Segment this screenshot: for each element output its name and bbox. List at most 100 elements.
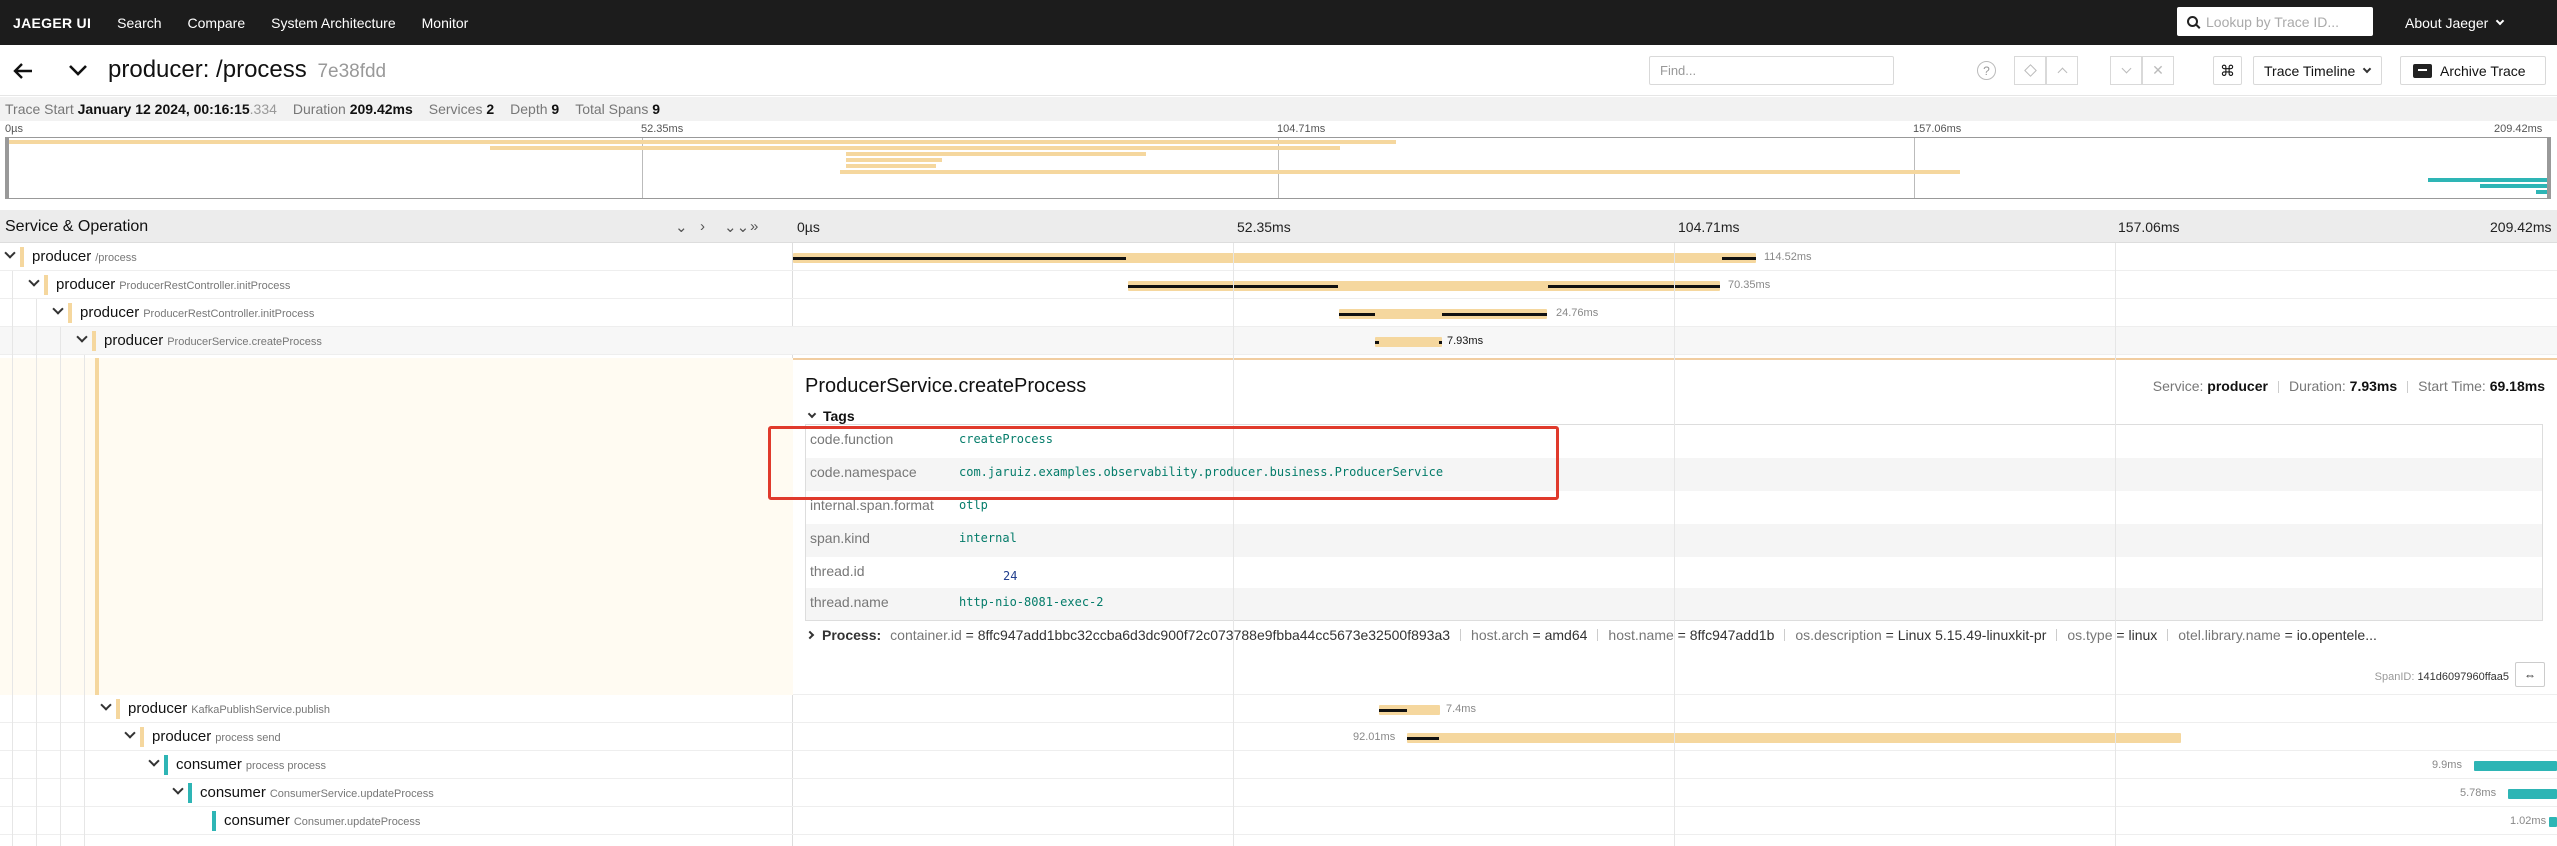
timeline-tick-label: 52.35ms [1237,219,1291,235]
trace-timeline: Service & Operation ⌄ › ⌄⌄ » 0µs 52.35ms… [0,210,2557,846]
span-duration: 114.52ms [1764,251,1812,263]
collapse-one-icon[interactable]: ⌄ [675,218,688,236]
archive-trace-label: Archive Trace [2440,62,2526,79]
span-operation: KafkaPublishService.publish [191,704,331,716]
archive-trace-button[interactable]: Archive Trace [2400,56,2546,85]
process-value: amd64 [1544,627,1588,643]
span-row[interactable]: producer/process 114.52ms [0,243,2557,271]
span-row[interactable]: consumer process process 9.9ms [0,751,2557,779]
nav-compare[interactable]: Compare [175,15,259,31]
span-bar[interactable] [1375,337,1442,347]
span-row[interactable]: producer process send 92.01ms [0,723,2557,751]
duration-value: 209.42ms [349,101,413,117]
about-jaeger-menu[interactable]: About Jaeger [2405,0,2505,45]
timeline-gridline [1233,243,1234,846]
span-bar[interactable] [2508,789,2557,799]
process-value: Linux 5.15.49-linuxkit-pr [1897,627,2047,643]
span-service: consumer [224,812,290,829]
help-icon[interactable]: ? [1973,56,2000,85]
help-glyph: ? [1977,61,1996,80]
span-row[interactable]: producer ProducerRestController.initProce… [0,299,2557,327]
nav-search[interactable]: Search [104,15,174,31]
next-match-button[interactable] [2110,56,2142,85]
find-input[interactable]: Find... [1649,56,1894,85]
depth-value: 9 [551,101,560,117]
collapse-all-icon[interactable]: ⌄⌄ [724,218,749,236]
minimap-canvas[interactable] [5,137,2551,199]
trace-id-lookup-input[interactable]: Lookup by Trace ID... [2177,7,2373,36]
toggle-chevron-icon[interactable] [100,701,112,713]
span-row-selected[interactable]: producer ProducerService.createProcess 7.… [0,327,2557,355]
keyboard-shortcuts-button[interactable]: ⌘ [2213,56,2242,85]
toggle-chevron-icon[interactable] [124,729,136,741]
trace-services: Services 2 [429,101,494,117]
span-bar[interactable] [1407,733,2181,743]
trace-minimap[interactable]: 0µs 52.35ms 104.71ms 157.06ms 209.42ms [0,121,2557,205]
span-row[interactable]: consumer Consumer.updateProcess 1.02ms [0,807,2557,835]
span-row[interactable]: consumer ConsumerService.updateProcess 5.… [0,779,2557,807]
minimap-left-handle[interactable] [6,138,9,198]
detail-title: ProducerService.createProcess [805,375,1087,397]
span-row[interactable]: producer ProducerRestController.initProce… [0,271,2557,299]
trace-depth: Depth 9 [510,101,559,117]
span-name: consumer ConsumerService.updateProcess [200,784,434,801]
trace-header: producer: /process 7e38fdd Find... ? ✕ ⌘… [0,45,2557,96]
minimap-span [840,170,1960,174]
minimap-span [846,164,936,168]
jaeger-brand-link[interactable]: JAEGER UI [0,15,104,31]
prev-match-button[interactable] [2046,56,2078,85]
nav-monitor[interactable]: Monitor [409,15,482,31]
duration-label: Duration [292,101,346,117]
services-label: Services [428,101,483,117]
timeline-gridline [1674,243,1675,846]
toggle-chevron-icon[interactable] [4,249,16,261]
locate-match-button[interactable] [2014,56,2046,85]
toggle-chevron-icon[interactable] [28,277,40,289]
trace-start-label: Trace Start [5,101,74,117]
copy-deep-link-button[interactable]: ⇔ [2515,662,2545,687]
toggle-chevron-icon[interactable] [52,305,64,317]
about-jaeger-label: About Jaeger [2405,14,2489,31]
trace-summary: Trace Start January 12 2024, 00:16:15.33… [0,97,2557,121]
expand-one-icon[interactable]: › [700,218,705,235]
service-color-indicator [68,303,72,323]
nav-system-architecture[interactable]: System Architecture [258,15,409,31]
toggle-chevron-icon[interactable] [76,333,88,345]
back-arrow-icon[interactable] [12,60,34,82]
span-operation: ProducerService.createProcess [167,336,322,348]
view-select-dropdown[interactable]: Trace Timeline [2253,56,2382,85]
clear-search-button[interactable]: ✕ [2142,56,2174,85]
span-row[interactable]: producer KafkaPublishService.publish 7.4m… [0,695,2557,723]
timeline-header: Service & Operation ⌄ › ⌄⌄ » 0µs 52.35ms… [0,210,2557,243]
span-bar[interactable] [2549,817,2557,827]
span-self-time [1407,737,1439,740]
process-label: Process: [822,627,882,643]
span-operation: ProducerRestController.initProcess [119,280,291,292]
timeline-tick-label: 209.42ms [2490,219,2552,235]
tree-guide-line [12,271,13,846]
expand-all-icon[interactable]: » [750,218,758,235]
tags-toggle[interactable]: Tags [807,408,855,424]
span-duration: 70.35ms [1728,279,1771,291]
collapse-trace-chevron-icon[interactable] [66,58,90,82]
archive-icon [2413,63,2432,78]
span-operation: /process [95,252,137,264]
span-bar[interactable] [2474,761,2557,771]
toggle-chevron-icon[interactable] [148,757,160,769]
process-section[interactable]: Process: container.id = 8ffc947add1bbc32… [805,627,2377,643]
span-operation: process process [245,760,326,772]
minimap-tick-label: 209.42ms [2494,123,2543,135]
minimap-tick-label: 157.06ms [1913,123,1962,135]
span-self-time [1548,285,1720,288]
minimap-right-handle[interactable] [2547,138,2550,198]
minimap-tick-labels: 0µs 52.35ms 104.71ms 157.06ms 209.42ms [0,121,2557,137]
span-duration: 1.02ms [2510,815,2547,827]
span-name: producer process send [152,728,281,745]
service-color-indicator [44,275,48,295]
span-name: producer ProducerRestController.initProce… [80,304,314,321]
tree-guide-line [36,299,37,846]
toggle-chevron-icon[interactable] [172,785,184,797]
detail-service-label: Service: [2152,378,2204,394]
span-duration: 92.01ms [1353,731,1396,743]
tags-label: Tags [823,408,855,424]
